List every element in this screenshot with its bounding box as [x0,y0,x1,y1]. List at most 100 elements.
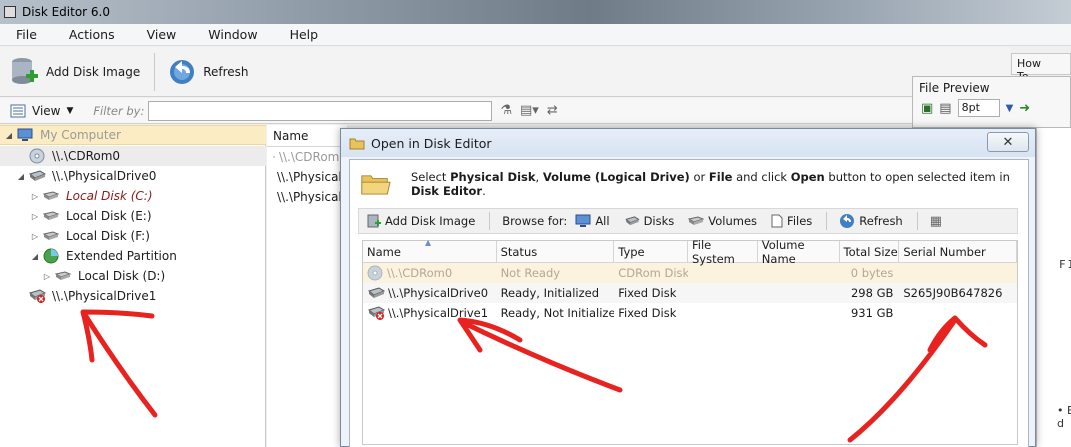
column-header-file-system[interactable]: File System [688,238,758,266]
column-header-status[interactable]: Status [497,241,615,262]
list-item[interactable]: \\.\PhysicalDrive0 [267,167,347,187]
table-row[interactable]: \\.\PhysicalDrive0 Ready, Initialized Fi… [363,283,1017,303]
menu-bar: File Actions View Window Help [0,24,1071,46]
cell-total-size: 931 GB [850,306,894,320]
expand-icon[interactable]: ◢ [30,252,40,261]
browse-files-label: Files [787,214,813,228]
dialog-add-disk-image-button[interactable]: Add Disk Image [367,213,475,229]
cell-name: \\.\CDRom0 [363,265,497,281]
tree-item-local-disk-d[interactable]: ▷ Local Disk (D:) [0,266,165,286]
tree-item-cdrom0[interactable]: \\.\CDRom0 [0,146,266,166]
filter-clear-icon[interactable]: ⇄ [547,103,558,118]
cell-serial-number: S265J90B647826 [903,286,1003,300]
filter-apply-icon[interactable]: ⚗ [500,103,512,118]
columns-icon[interactable]: ▦ [930,214,942,229]
refresh-label: Refresh [203,64,249,79]
font-size-select[interactable]: 8pt [957,99,1000,117]
tree-item-extended-partition[interactable]: ◢ Extended Partition [0,246,177,266]
list-item[interactable]: \\.\CDRom0 [267,147,347,167]
dialog-title: Open in Disk Editor [371,135,492,151]
tree-item-physicaldrive1[interactable]: \\.\PhysicalDrive1 [0,286,156,306]
column-header-name[interactable]: Name [267,125,347,147]
menu-window[interactable]: Window [192,27,273,42]
hard-disk-icon [28,168,46,184]
browse-all-label: All [595,214,610,228]
column-header-type[interactable]: Type [614,241,688,262]
view-label: View [32,103,61,118]
tree-label: Local Disk (D:) [78,269,166,283]
toolbar-separator [826,212,828,230]
chevron-down-icon: ▼ [66,105,74,116]
browse-all-button[interactable]: All [575,214,610,228]
tree-item-my-computer[interactable]: ◢ My Computer [0,125,266,145]
export-icon[interactable]: ➜ [1019,101,1030,116]
column-header-volume-name[interactable]: Volume Name [758,238,840,266]
tree-label: Extended Partition [66,249,177,263]
expand-icon[interactable]: ◢ [4,131,14,140]
computer-icon [16,127,34,143]
chevron-down-icon[interactable]: ▼ [1006,103,1014,114]
instructions: Select Physical Disk, Volume (Logical Dr… [350,160,1028,208]
tree-item-local-disk-c[interactable]: ▷ Local Disk (C:) [0,186,153,206]
add-disk-image-icon [12,57,38,84]
cell-name: \\.\PhysicalDrive1 [363,306,497,320]
table-row[interactable]: \\.\PhysicalDrive1 Ready, Not Initialize… [363,303,1017,323]
expand-icon[interactable]: ▷ [30,212,40,221]
app-icon [4,6,16,18]
expand-icon[interactable]: ▷ [30,192,40,201]
table-row[interactable]: \\.\CDRom0 Not Ready CDRom Disk 0 bytes [363,263,1017,283]
tree-label: Local Disk (F:) [66,229,150,243]
menu-view[interactable]: View [131,27,193,42]
view-icon [10,104,26,117]
close-icon: ✕ [1002,134,1014,150]
cdrom-icon [367,265,383,281]
tree-label: My Computer [40,128,121,142]
dialog-body: Select Physical Disk, Volume (Logical Dr… [349,159,1029,447]
hard-disk-error-icon [367,306,385,320]
add-disk-image-button[interactable]: Add Disk Image [10,56,140,88]
column-header-total-size[interactable]: Total Size [840,241,900,262]
how-to-tab[interactable]: How To... [1011,53,1071,83]
filter-input[interactable] [148,100,493,121]
toolbar-separator [154,52,156,91]
window-title: Disk Editor 6.0 [22,5,111,19]
folder-open-icon [361,175,391,195]
close-button[interactable]: ✕ [987,132,1029,152]
computer-icon [575,214,591,227]
tree-item-local-disk-e[interactable]: ▷ Local Disk (E:) [0,206,152,226]
view-dropdown[interactable]: View ▼ [10,104,73,118]
browse-volumes-label: Volumes [708,214,758,228]
dialog-add-disk-image-label: Add Disk Image [385,214,476,228]
dialog-refresh-button[interactable]: Refresh [839,213,903,229]
menu-help[interactable]: Help [274,27,335,42]
cell-type: Fixed Disk [618,306,677,320]
expand-icon[interactable]: ▷ [42,272,52,281]
tree-item-physicaldrive0[interactable]: ◢ \\.\PhysicalDrive0 [0,166,156,186]
cell-status: Ready, Not Initialized [500,306,615,320]
list-item[interactable]: \\.\PhysicalDrive1 [267,187,347,207]
preview-content: FILE • B d [1036,128,1071,447]
filter-options-icon[interactable]: ▤▾ [520,103,539,118]
cell-total-size: 298 GB [850,286,894,300]
menu-file[interactable]: File [0,27,53,42]
expand-icon[interactable]: ◢ [16,172,26,181]
menu-actions[interactable]: Actions [53,27,131,42]
refresh-button[interactable]: Refresh [167,57,249,87]
text-view-icon[interactable]: ▤ [939,101,951,116]
list-item-label: \\.\PhysicalDrive0 [277,170,347,184]
browse-files-button[interactable]: Files [771,214,812,228]
column-header-name[interactable]: Name ▲ [363,238,497,262]
volume-icon [42,228,60,244]
browse-volumes-button[interactable]: Volumes [688,214,757,228]
column-header-serial-number[interactable]: Serial Number [899,241,1018,262]
tree-item-local-disk-f[interactable]: ▷ Local Disk (F:) [0,226,150,246]
expand-icon[interactable]: ▷ [30,232,40,241]
open-in-disk-editor-dialog: Open in Disk Editor ✕ Select Physical Di… [340,128,1036,447]
image-view-icon[interactable]: ▣ [921,101,933,116]
folder-icon [349,138,365,150]
volume-icon [688,216,705,225]
browse-disks-button[interactable]: Disks [624,214,675,228]
browse-disks-label: Disks [643,214,675,228]
title-bar: Disk Editor 6.0 [0,0,1071,24]
list-item-label: \\.\CDRom0 [278,150,347,164]
